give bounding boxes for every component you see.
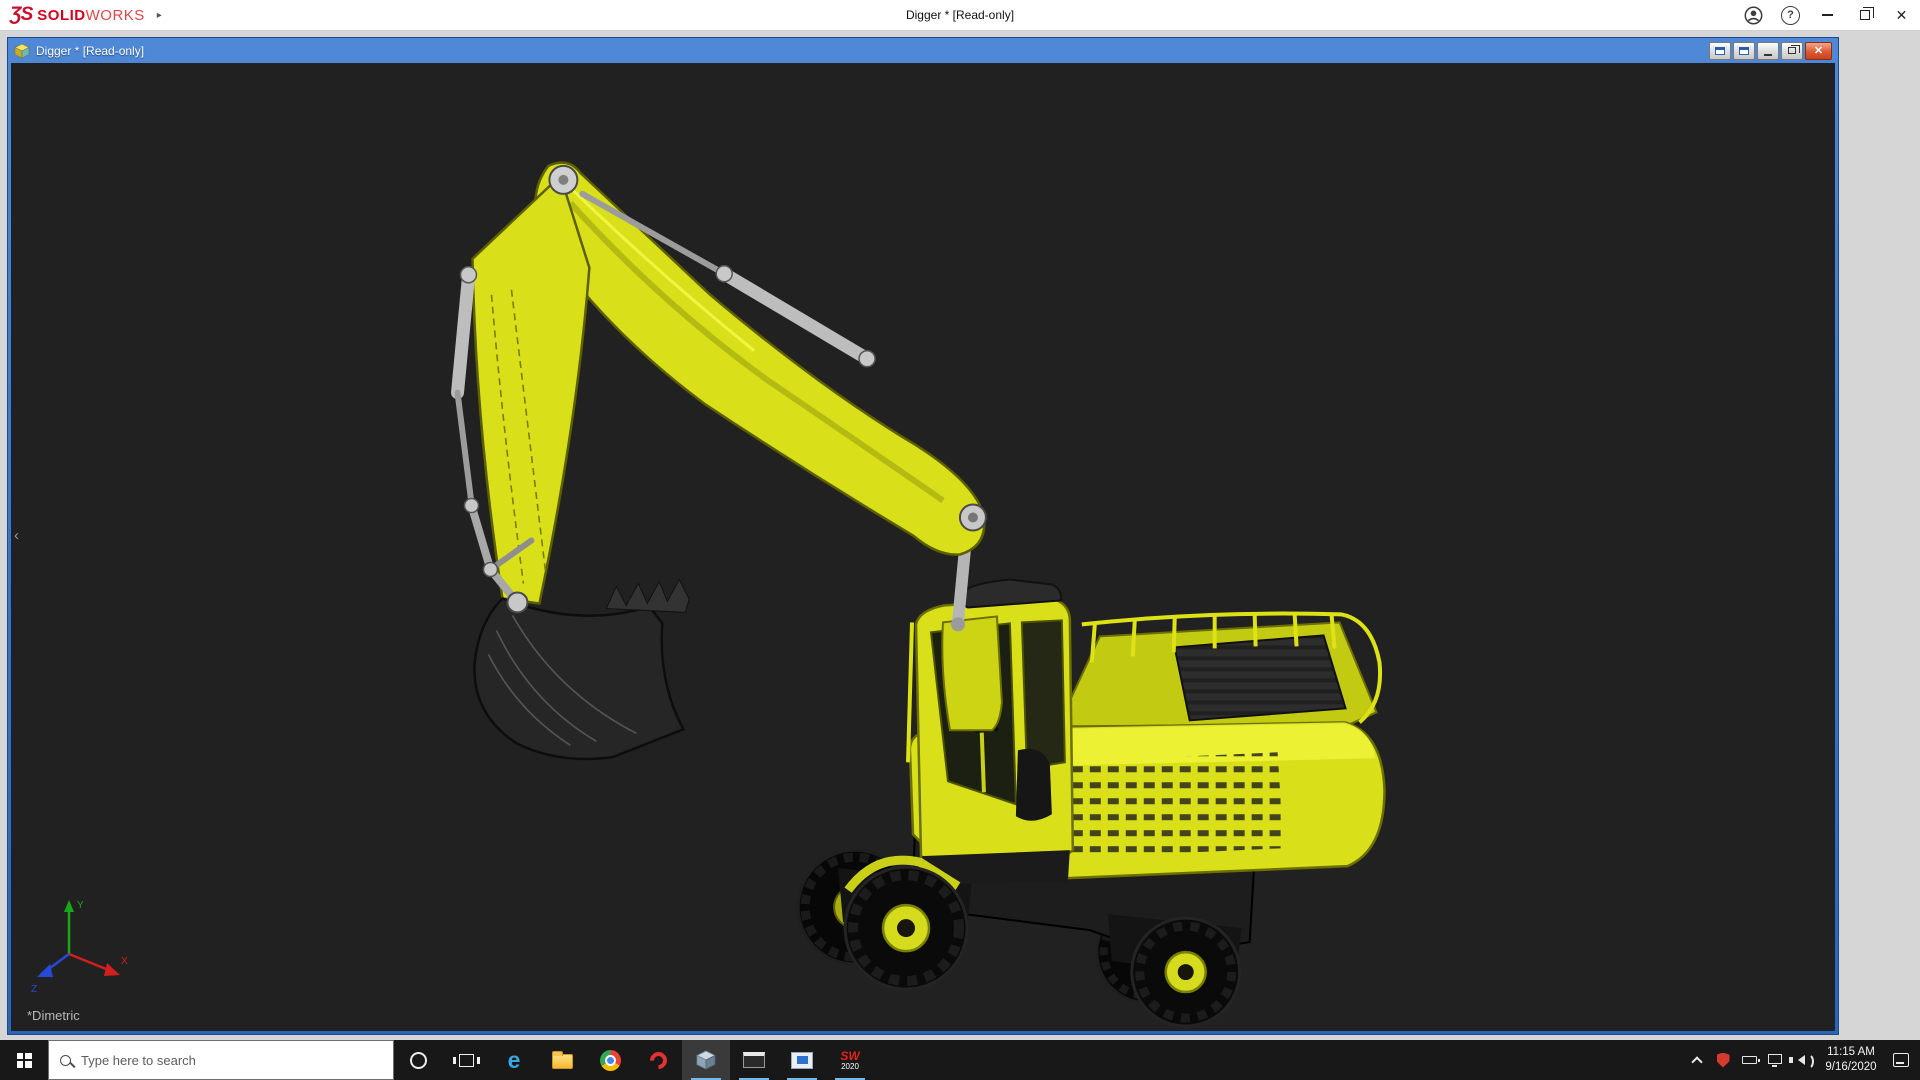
adobe-reader-button[interactable] (634, 1040, 682, 1080)
wheel-front-right[interactable] (1130, 916, 1242, 1028)
3ds-logo-icon: ƷS (10, 4, 33, 25)
restore-icon (1859, 7, 1874, 20)
help-icon: ? (1781, 5, 1800, 25)
app-maximize-button[interactable] (1846, 0, 1883, 30)
doc-restore-button[interactable] (1781, 41, 1803, 60)
app-close-button[interactable]: ✕ (1883, 0, 1920, 30)
featuremanager-collapse-chevron[interactable]: ‹ (14, 528, 19, 543)
brand-works-text: WORKS (85, 7, 145, 24)
system-tray: 11:15 AM 9/16/2020 (1684, 1040, 1920, 1080)
task-view-button[interactable] (442, 1040, 490, 1080)
clock-time: 11:15 AM (1827, 1046, 1875, 1059)
close-icon: ✕ (1895, 6, 1908, 23)
tray-power-button[interactable] (1736, 1040, 1762, 1080)
solidworks-2020-icon: SW 2020 (840, 1048, 860, 1071)
bucket[interactable] (473, 578, 690, 761)
volume-icon (1789, 1053, 1814, 1070)
minimize-icon (1822, 14, 1833, 16)
app-minimize-button[interactable] (1809, 0, 1846, 30)
tray-volume-button[interactable] (1788, 1040, 1814, 1080)
app-window-controls: ? ✕ (1735, 0, 1920, 30)
app-window-title: Digger * [Read-only] (905, 8, 1015, 22)
digger-model[interactable] (11, 63, 1835, 1031)
brand-flyout-arrow-icon[interactable]: ▸ (157, 10, 162, 21)
tray-security-button[interactable] (1710, 1040, 1736, 1080)
clock-date: 9/16/2020 (1825, 1061, 1877, 1073)
part-document-icon (14, 43, 30, 58)
doc-close-button[interactable]: ✕ (1805, 41, 1832, 60)
doc-minimize-button[interactable] (1757, 41, 1779, 60)
doc-window-controls: ✕ (1709, 41, 1832, 60)
cortana-button[interactable] (394, 1040, 442, 1080)
blue-app-window-button[interactable] (778, 1040, 826, 1080)
file-explorer-icon (551, 1051, 573, 1069)
task-view-icon (452, 1053, 480, 1067)
chrome-icon (599, 1049, 621, 1071)
minimize-icon (1764, 53, 1772, 56)
brand-solid-text: SOLID (37, 7, 86, 24)
taskbar-clock[interactable]: 11:15 AM 9/16/2020 (1814, 1040, 1888, 1080)
search-input[interactable] (81, 1052, 382, 1068)
taskbar: e SW 2020 11:15 AM 9/16/2020 (0, 1040, 1920, 1080)
orientation-triad[interactable]: Y X Z (23, 892, 143, 997)
app-titlebar: ƷS SOLID WORKS ▸ Digger * [Read-only] ? ✕ (0, 0, 1920, 31)
triad-x-label: X (121, 956, 128, 967)
cad-part-icon (696, 1050, 716, 1070)
cortana-icon (409, 1051, 427, 1069)
triad-z-label: Z (31, 984, 37, 995)
boom-arm[interactable] (533, 161, 986, 556)
tray-network-button[interactable] (1762, 1040, 1788, 1080)
taskbar-search[interactable] (48, 1040, 394, 1080)
chrome-button[interactable] (586, 1040, 634, 1080)
doc-preview2-button[interactable] (1733, 41, 1755, 60)
tray-overflow-button[interactable] (1684, 1040, 1710, 1080)
file-explorer-button[interactable] (538, 1040, 586, 1080)
chevron-up-icon (1691, 1056, 1703, 1068)
restore-icon (1788, 45, 1800, 54)
windows-logo-icon (16, 1052, 32, 1068)
console-window-icon (743, 1052, 765, 1068)
doc-titlebar[interactable]: Digger * [Read-only] ✕ (11, 38, 1835, 63)
security-shield-icon (1716, 1052, 1730, 1068)
action-center-button[interactable] (1888, 1040, 1914, 1080)
adobe-reader-icon (645, 1047, 671, 1073)
cad-part-button[interactable] (682, 1040, 730, 1080)
edge-button[interactable]: e (490, 1040, 538, 1080)
view-orientation-label: *Dimetric (27, 1008, 80, 1023)
help-button[interactable]: ? (1772, 0, 1809, 30)
blue-app-window-icon (791, 1051, 813, 1069)
network-icon (1768, 1053, 1782, 1067)
console-window-button[interactable] (730, 1040, 778, 1080)
boom-mount[interactable] (941, 522, 1003, 732)
wheel-front-left[interactable] (843, 865, 969, 991)
edge-icon: e (507, 1046, 521, 1073)
account-icon (1744, 6, 1763, 24)
window-preview-icon (1715, 46, 1725, 55)
solidworks-2020-button[interactable]: SW 2020 (826, 1040, 874, 1080)
doc-title: Digger * [Read-only] (36, 43, 145, 58)
triad-y-label: Y (77, 900, 84, 911)
battery-icon (1741, 1056, 1760, 1064)
doc-preview-button[interactable] (1709, 41, 1731, 60)
solidworks-logo: ƷS SOLID WORKS ▸ (0, 4, 162, 26)
action-center-icon (1893, 1053, 1909, 1067)
account-button[interactable] (1735, 0, 1772, 30)
viewport-3d[interactable]: Y X Z *Dimetric ‹ (11, 63, 1835, 1031)
document-window: Digger * [Read-only] ✕ Y X Z *Dimetric ‹ (7, 37, 1839, 1035)
window-preview-icon (1739, 46, 1749, 55)
start-button[interactable] (0, 1040, 48, 1080)
search-icon (60, 1054, 71, 1066)
